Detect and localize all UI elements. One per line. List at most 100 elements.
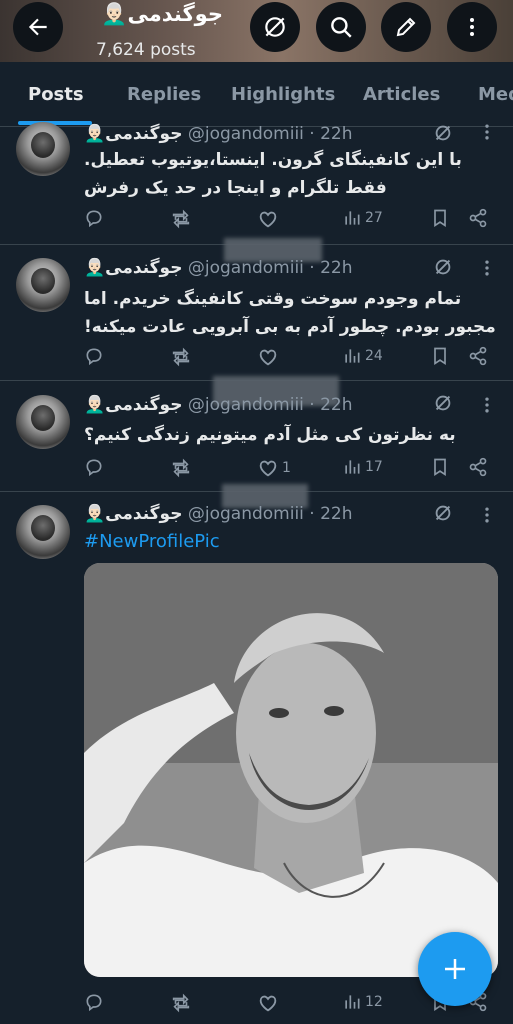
bookmark-button[interactable] — [430, 346, 450, 366]
tab-posts[interactable]: Posts — [28, 84, 84, 105]
views-icon — [345, 211, 360, 225]
view-count: 12 — [365, 994, 383, 1010]
grok-icon[interactable] — [432, 502, 454, 524]
tweet-text: به نظرتون کی مثل آدم میتونیم زندگی کنیم؟ — [84, 425, 456, 445]
like-button[interactable]: 1 — [257, 457, 291, 479]
heart-icon — [259, 211, 277, 228]
reply-button[interactable] — [84, 346, 104, 366]
avatar[interactable] — [16, 395, 70, 449]
retweet-icon — [172, 209, 190, 229]
tweet[interactable]: 👨🏻‍🦳جوگندمی @jogandomiii · 22h با این کا… — [0, 122, 513, 245]
retweet-button[interactable] — [170, 457, 192, 479]
share-button[interactable] — [468, 346, 488, 366]
more-vertical-icon[interactable] — [477, 395, 497, 415]
views-button[interactable]: 17 — [342, 457, 383, 477]
tweet-meta: 👨🏻‍🦳جوگندمی @jogandomiii · 22h — [84, 258, 353, 278]
views-button[interactable]: 12 — [342, 992, 383, 1012]
retweet-button[interactable] — [170, 992, 192, 1014]
tweet-text: تمام وجودم سوخت وقتی کانفینگ خریدم. اما … — [84, 289, 496, 337]
retweet-button[interactable] — [170, 208, 192, 230]
more-vertical-icon — [470, 18, 474, 36]
bookmark-button[interactable] — [430, 457, 450, 477]
reply-button[interactable] — [84, 992, 104, 1012]
hashtag-link[interactable]: #NewProfilePic — [84, 531, 220, 552]
profile-tabs: Posts Replies Highlights Articles Med — [0, 62, 513, 127]
reply-icon — [86, 348, 102, 366]
search-icon — [331, 17, 352, 38]
handle-time[interactable]: @jogandomiii · 22h — [188, 395, 353, 415]
back-button[interactable] — [13, 2, 63, 52]
bookmark-icon — [434, 209, 446, 228]
compose-fab[interactable] — [418, 932, 492, 1006]
plus-icon — [445, 959, 465, 979]
search-button[interactable] — [316, 2, 366, 52]
tab-highlights[interactable]: Highlights — [231, 84, 335, 105]
retweet-icon — [172, 347, 190, 367]
share-button[interactable] — [468, 208, 488, 228]
reply-icon — [86, 459, 102, 477]
share-icon — [469, 457, 487, 477]
display-name[interactable]: 👨🏻‍🦳جوگندمی — [84, 395, 182, 415]
compose-button[interactable] — [381, 2, 431, 52]
handle-time[interactable]: @jogandomiii · 22h — [188, 258, 353, 278]
display-name[interactable]: 👨🏻‍🦳جوگندمی — [84, 124, 182, 144]
tab-media[interactable]: Med — [478, 84, 513, 105]
views-icon — [345, 349, 360, 363]
arrow-left-icon — [28, 18, 47, 36]
like-button[interactable] — [257, 346, 282, 368]
grok-icon[interactable] — [432, 122, 454, 144]
avatar[interactable] — [16, 258, 70, 312]
tweet-actions: 24 — [84, 346, 499, 368]
portrait-illustration — [84, 563, 498, 977]
reply-button[interactable] — [84, 457, 104, 477]
heart-icon — [259, 995, 277, 1012]
more-vertical-icon[interactable] — [477, 258, 497, 278]
tweet[interactable]: 👨🏻‍🦳جوگندمی @jogandomiii · 22h تمام وجود… — [0, 245, 513, 381]
pencil-icon — [396, 17, 416, 37]
share-icon — [469, 346, 487, 366]
views-icon — [345, 995, 360, 1009]
tweet[interactable]: 👨🏻‍🦳جوگندمی @jogandomiii · 22h به نظرتون… — [0, 381, 513, 492]
like-button[interactable] — [257, 208, 282, 230]
more-vertical-icon[interactable] — [477, 122, 497, 142]
tweet-actions: 27 — [84, 208, 499, 230]
views-button[interactable]: 27 — [342, 208, 383, 228]
retweet-icon — [172, 993, 190, 1013]
post-count: 7,624 posts — [96, 40, 196, 60]
more-button[interactable] — [447, 2, 497, 52]
display-name[interactable]: 👨🏻‍🦳جوگندمی — [84, 258, 182, 278]
reply-icon — [86, 994, 102, 1012]
handle-time[interactable]: @jogandomiii · 22h — [188, 124, 353, 144]
tweet-meta: 👨🏻‍🦳جوگندمی @jogandomiii · 22h — [84, 395, 353, 415]
grok-icon[interactable] — [432, 256, 454, 278]
tab-articles[interactable]: Articles — [363, 84, 440, 105]
view-count: 24 — [365, 348, 383, 364]
avatar[interactable] — [16, 122, 70, 176]
tweet-text: با این کانفینگای گرون. اینستا،یوتیوب تعط… — [84, 150, 462, 198]
reply-button[interactable] — [84, 208, 104, 228]
views-button[interactable]: 24 — [342, 346, 383, 366]
bookmark-button[interactable] — [430, 208, 450, 228]
view-count: 27 — [365, 210, 383, 226]
display-name[interactable]: 👨🏻‍🦳جوگندمی — [84, 504, 182, 524]
heart-icon — [259, 349, 277, 366]
tweet-meta: 👨🏻‍🦳جوگندمی @jogandomiii · 22h — [84, 504, 353, 524]
like-count: 1 — [282, 460, 291, 476]
share-icon — [469, 208, 487, 228]
tab-replies[interactable]: Replies — [127, 84, 201, 105]
handle-time[interactable]: @jogandomiii · 22h — [188, 504, 353, 524]
reply-icon — [86, 210, 102, 228]
bookmark-icon — [434, 458, 446, 477]
share-button[interactable] — [468, 457, 488, 477]
views-icon — [345, 460, 360, 474]
bookmark-icon — [434, 347, 446, 366]
retweet-button[interactable] — [170, 346, 192, 368]
grok-button[interactable] — [250, 2, 300, 52]
avatar[interactable] — [16, 505, 70, 559]
like-button[interactable] — [257, 992, 282, 1014]
grok-icon[interactable] — [432, 392, 454, 414]
more-vertical-icon[interactable] — [477, 505, 497, 525]
profile-header: جوگندمی👨🏻‍🦳 7,624 posts — [0, 0, 513, 62]
profile-photo[interactable] — [84, 563, 498, 977]
header-title: جوگندمی👨🏻‍🦳 — [101, 2, 223, 26]
